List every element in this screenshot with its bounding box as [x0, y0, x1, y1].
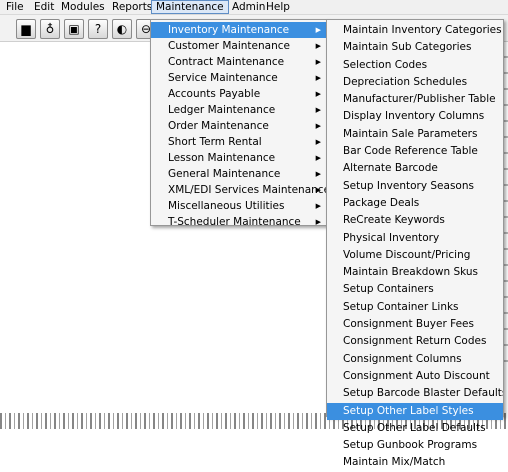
menu-item-contract-maintenance[interactable]: Contract Maintenance ▶	[151, 54, 326, 70]
menu-item-lesson-maintenance[interactable]: Lesson Maintenance ▶	[151, 150, 326, 166]
chevron-right-icon: ▶	[315, 74, 321, 82]
bottle-icon[interactable]: ♁	[40, 19, 60, 39]
submenu-item[interactable]: Maintain Sub Categories	[327, 39, 503, 56]
chevron-right-icon: ▶	[315, 186, 321, 194]
menu-maintenance[interactable]: Maintenance	[151, 0, 229, 14]
chevron-right-icon: ▶	[315, 202, 321, 210]
menu-item-accounts-payable[interactable]: Accounts Payable ▶	[151, 86, 326, 102]
chevron-right-icon: ▶	[315, 122, 321, 130]
chevron-right-icon: ▶	[315, 106, 321, 114]
submenu-item[interactable]: Maintain Inventory Categories	[327, 22, 503, 39]
menu-modules[interactable]: Modules	[57, 0, 109, 14]
help-icon[interactable]: ?	[88, 19, 108, 39]
chevron-right-icon: ▶	[315, 42, 321, 50]
menu-item-xml-edi-services[interactable]: XML/EDI Services Maintenance ▶	[151, 182, 326, 198]
submenu-item[interactable]: Setup Inventory Seasons	[327, 178, 503, 195]
menu-item-order-maintenance[interactable]: Order Maintenance ▶	[151, 118, 326, 134]
submenu-item[interactable]: Maintain Breakdown Skus	[327, 264, 503, 281]
submenu-item[interactable]: Volume Discount/Pricing	[327, 247, 503, 264]
submenu-item[interactable]: Consignment Buyer Fees	[327, 316, 503, 333]
submenu-item[interactable]: Setup Gunbook Programs	[327, 437, 503, 454]
submenu-item[interactable]: Alternate Barcode	[327, 160, 503, 177]
chevron-right-icon: ▶	[315, 218, 321, 226]
submenu-item-selected[interactable]: Setup Other Label Styles	[327, 402, 503, 420]
menu-edit[interactable]: Edit	[30, 0, 58, 14]
submenu-item[interactable]: Setup Other Label Defaults	[327, 420, 503, 437]
inventory-submenu: Maintain Inventory Categories Maintain S…	[326, 19, 504, 468]
submenu-item[interactable]: Depreciation Schedules	[327, 74, 503, 91]
submenu-item[interactable]: Consignment Columns	[327, 351, 503, 368]
submenu-item[interactable]: Consignment Auto Discount	[327, 368, 503, 385]
submenu-item[interactable]: Selection Codes	[327, 57, 503, 74]
menu-item-general-maintenance[interactable]: General Maintenance ▶	[151, 166, 326, 182]
image-icon[interactable]: ▣	[64, 19, 84, 39]
menu-bar: File Edit Modules Reports Maintenance Ad…	[0, 0, 508, 15]
document-icon[interactable]: ▆	[16, 19, 36, 39]
submenu-item[interactable]: Bar Code Reference Table	[327, 143, 503, 160]
menu-help[interactable]: Help	[262, 0, 294, 14]
menu-file[interactable]: File	[2, 0, 28, 14]
submenu-item[interactable]: Setup Containers	[327, 281, 503, 298]
submenu-item[interactable]: Setup Barcode Blaster Defaults	[327, 385, 503, 402]
submenu-item[interactable]: Consignment Return Codes	[327, 333, 503, 350]
submenu-item[interactable]: ReCreate Keywords	[327, 212, 503, 229]
palette-icon[interactable]: ◐	[112, 19, 132, 39]
menu-item-miscellaneous-utilities[interactable]: Miscellaneous Utilities ▶	[151, 198, 326, 214]
chevron-right-icon: ▶	[315, 138, 321, 146]
submenu-item[interactable]: Display Inventory Columns	[327, 108, 503, 125]
menu-item-short-term-rental[interactable]: Short Term Rental ▶	[151, 134, 326, 150]
submenu-item[interactable]: Maintain Mix/Match	[327, 454, 503, 471]
chevron-right-icon: ▶	[315, 154, 321, 162]
maintenance-menu: Inventory Maintenance ▶ Customer Maintena…	[150, 19, 327, 228]
submenu-item[interactable]: Physical Inventory	[327, 230, 503, 247]
chevron-right-icon: ▶	[315, 170, 321, 178]
chevron-right-icon: ▶	[315, 58, 321, 66]
menu-reports[interactable]: Reports	[108, 0, 156, 14]
chevron-right-icon: ▶	[315, 26, 321, 34]
submenu-item[interactable]: Manufacturer/Publisher Table	[327, 91, 503, 108]
chevron-right-icon: ▶	[315, 90, 321, 98]
menu-item-service-maintenance[interactable]: Service Maintenance ▶	[151, 70, 326, 86]
menu-item-ledger-maintenance[interactable]: Ledger Maintenance ▶	[151, 102, 326, 118]
menu-item-t-scheduler-maintenance[interactable]: T-Scheduler Maintenance ▶	[151, 214, 326, 230]
submenu-item[interactable]: Setup Container Links	[327, 299, 503, 316]
submenu-item[interactable]: Maintain Sale Parameters	[327, 126, 503, 143]
menu-item-inventory-maintenance[interactable]: Inventory Maintenance ▶	[151, 22, 326, 38]
submenu-item[interactable]: Package Deals	[327, 195, 503, 212]
menu-item-customer-maintenance[interactable]: Customer Maintenance ▶	[151, 38, 326, 54]
